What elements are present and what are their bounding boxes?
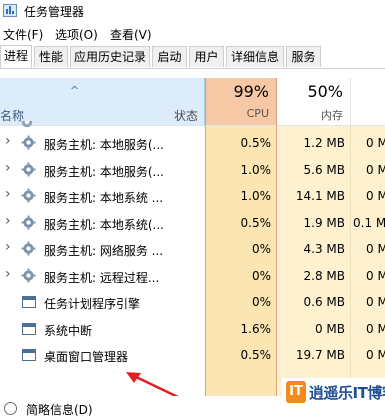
cpu-value: 0% xyxy=(251,295,271,309)
window-title: 任务管理器 xyxy=(24,5,85,19)
memory-value: 0.6 MB xyxy=(303,295,345,309)
disk-value: 0.1 M xyxy=(353,216,385,230)
disk-value: 0 M xyxy=(366,322,385,336)
tab-startup[interactable]: 启动 xyxy=(152,46,187,67)
menu-view[interactable]: 查看(V) xyxy=(110,26,152,43)
cpu-value: 0.5% xyxy=(240,216,272,230)
tab-users[interactable]: 用户 xyxy=(189,46,224,67)
expand-chevron-icon[interactable]: › xyxy=(5,266,11,282)
gear-icon xyxy=(21,215,36,233)
gear-icon xyxy=(21,268,36,286)
cpu-value: 0% xyxy=(251,242,271,256)
window-icon xyxy=(22,323,36,335)
expand-chevron-icon[interactable]: › xyxy=(5,160,11,176)
tab-details[interactable]: 详细信息 xyxy=(226,46,284,67)
column-status-label[interactable]: 状态 xyxy=(174,107,198,124)
watermark-text: 逍遥乐IT博客 xyxy=(309,384,385,402)
expand-chevron-icon[interactable]: › xyxy=(5,239,11,255)
cpu-value: 1.0% xyxy=(240,163,272,177)
process-name: 服务主机: 远程过程... xyxy=(44,271,160,285)
cpu-value: 0.5% xyxy=(240,136,272,150)
memory-column-label: 内存 xyxy=(321,109,343,122)
memory-value: 14.1 MB xyxy=(295,189,345,203)
memory-value: 2.8 MB xyxy=(303,269,345,283)
process-name: 任务计划程序引擎 xyxy=(44,297,141,311)
process-name: 服务主机: 本地服务(... xyxy=(44,138,164,152)
memory-value: 1.2 MB xyxy=(303,136,345,150)
tab-app-history[interactable]: 应用历史记录 xyxy=(70,46,150,67)
sort-ascending-icon: ^ xyxy=(70,84,80,97)
disk-value: 0 M xyxy=(366,136,385,150)
gear-icon xyxy=(21,188,36,206)
memory-value: 0 MB xyxy=(314,322,345,336)
disk-value: 0 M xyxy=(366,269,385,283)
expand-chevron-icon[interactable]: › xyxy=(5,213,11,229)
disk-value: 0 M xyxy=(366,163,385,177)
disk-value: 0 M xyxy=(366,295,385,309)
tab-processes[interactable]: 进程 xyxy=(0,45,32,68)
cpu-value: 0.5% xyxy=(240,348,272,362)
tab-services[interactable]: 服务 xyxy=(286,46,321,67)
process-name: 服务主机: 本地系统(... xyxy=(44,218,164,232)
process-name: 服务主机: 网络服务 ... xyxy=(44,244,164,258)
gear-icon xyxy=(21,162,36,180)
process-name: 服务主机: 本地系统 ... xyxy=(44,191,164,205)
cpu-column-label: CPU xyxy=(246,107,269,120)
process-name: 服务主机: 本地服务(... xyxy=(44,165,164,179)
menu-file[interactable]: 文件(F) xyxy=(3,26,43,43)
collapse-chevron-icon[interactable] xyxy=(4,402,17,415)
tab-performance[interactable]: 性能 xyxy=(34,46,68,67)
task-manager-app-icon xyxy=(3,4,17,17)
process-name: 桌面窗口管理器 xyxy=(44,350,129,364)
fewer-details-link[interactable]: 简略信息(D) xyxy=(26,401,93,418)
disk-value: 0 M xyxy=(366,348,385,362)
memory-value: 1.9 MB xyxy=(303,216,345,230)
cpu-value: 0% xyxy=(251,269,271,283)
memory-value: 19.7 MB xyxy=(295,348,345,362)
process-name: 系统中断 xyxy=(44,324,93,338)
expand-chevron-icon[interactable]: › xyxy=(5,133,11,149)
cpu-value: 1.6% xyxy=(240,322,272,336)
expand-chevron-icon[interactable]: › xyxy=(5,186,11,202)
window-icon xyxy=(22,296,36,308)
disk-value: 0 M xyxy=(366,242,385,256)
cut-off-gear-icon xyxy=(20,121,34,129)
memory-value: 4.3 MB xyxy=(303,242,345,256)
disk-value: 0 M xyxy=(366,189,385,203)
gear-icon xyxy=(21,135,36,153)
cpu-value: 1.0% xyxy=(240,189,272,203)
gear-icon xyxy=(21,241,36,259)
memory-value: 5.6 MB xyxy=(303,163,345,177)
column-header-disk[interactable] xyxy=(351,78,385,126)
watermark-logo: IT xyxy=(286,381,306,403)
cpu-total-percent: 99% xyxy=(233,82,269,101)
window-icon xyxy=(22,349,36,361)
memory-total-percent: 50% xyxy=(307,82,343,101)
menu-options[interactable]: 选项(O) xyxy=(55,26,98,43)
